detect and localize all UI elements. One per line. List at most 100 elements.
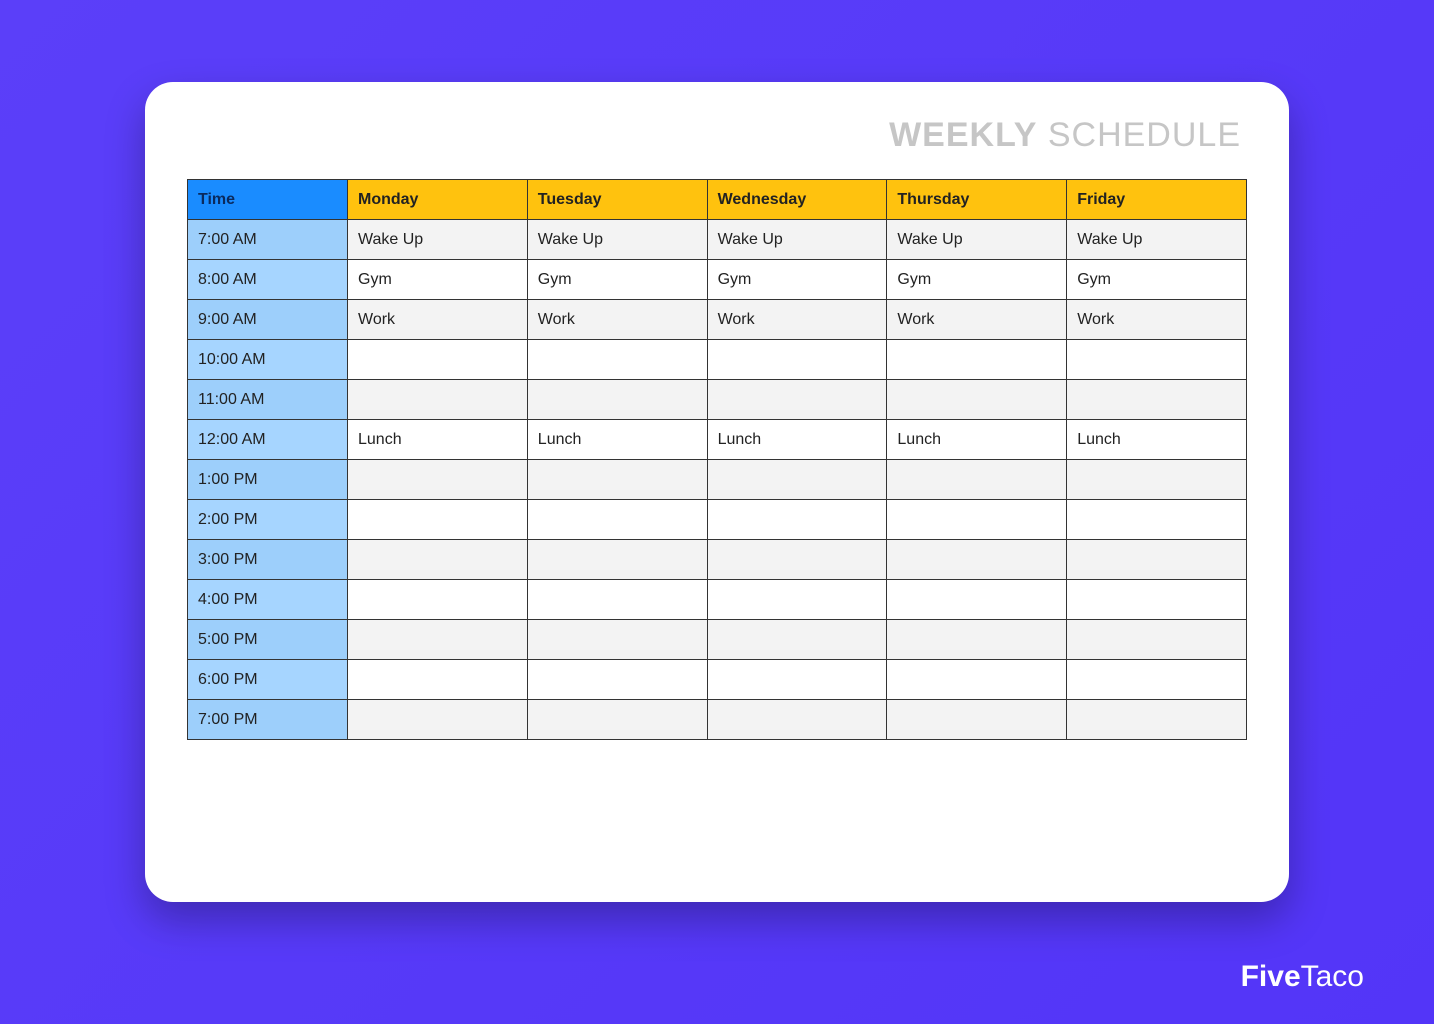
data-cell [887, 580, 1067, 620]
data-cell [527, 700, 707, 740]
data-cell [1067, 660, 1247, 700]
data-cell: Gym [348, 260, 528, 300]
table-row: 12:00 AMLunchLunchLunchLunchLunch [188, 420, 1247, 460]
time-cell: 11:00 AM [188, 380, 348, 420]
data-cell [707, 340, 887, 380]
data-cell: Gym [527, 260, 707, 300]
data-cell [527, 580, 707, 620]
data-cell: Work [348, 300, 528, 340]
table-row: 5:00 PM [188, 620, 1247, 660]
data-cell [527, 540, 707, 580]
data-cell: Wake Up [348, 220, 528, 260]
time-header: Time [188, 180, 348, 220]
data-cell [348, 460, 528, 500]
data-cell [527, 620, 707, 660]
time-cell: 5:00 PM [188, 620, 348, 660]
page-title: WEEKLY SCHEDULE [187, 116, 1247, 155]
data-cell [707, 500, 887, 540]
table-header-row: Time Monday Tuesday Wednesday Thursday F… [188, 180, 1247, 220]
day-header-friday: Friday [1067, 180, 1247, 220]
time-cell: 12:00 AM [188, 420, 348, 460]
data-cell [887, 340, 1067, 380]
day-header-monday: Monday [348, 180, 528, 220]
data-cell [348, 540, 528, 580]
data-cell [348, 500, 528, 540]
data-cell: Wake Up [707, 220, 887, 260]
time-cell: 9:00 AM [188, 300, 348, 340]
time-cell: 3:00 PM [188, 540, 348, 580]
data-cell [887, 700, 1067, 740]
data-cell [527, 660, 707, 700]
data-cell [348, 700, 528, 740]
day-header-tuesday: Tuesday [527, 180, 707, 220]
data-cell [1067, 500, 1247, 540]
data-cell [707, 580, 887, 620]
time-cell: 7:00 PM [188, 700, 348, 740]
data-cell [1067, 340, 1247, 380]
day-header-wednesday: Wednesday [707, 180, 887, 220]
time-cell: 2:00 PM [188, 500, 348, 540]
data-cell: Wake Up [527, 220, 707, 260]
table-row: 4:00 PM [188, 580, 1247, 620]
data-cell [887, 500, 1067, 540]
time-cell: 10:00 AM [188, 340, 348, 380]
time-cell: 6:00 PM [188, 660, 348, 700]
schedule-card: WEEKLY SCHEDULE Time Monday Tuesday Wedn… [145, 82, 1289, 902]
time-cell: 4:00 PM [188, 580, 348, 620]
data-cell [707, 380, 887, 420]
time-cell: 8:00 AM [188, 260, 348, 300]
data-cell [887, 660, 1067, 700]
data-cell: Lunch [887, 420, 1067, 460]
data-cell [707, 700, 887, 740]
table-row: 7:00 AMWake UpWake UpWake UpWake UpWake … [188, 220, 1247, 260]
data-cell [348, 580, 528, 620]
data-cell [707, 620, 887, 660]
data-cell [527, 340, 707, 380]
table-row: 3:00 PM [188, 540, 1247, 580]
data-cell: Wake Up [887, 220, 1067, 260]
data-cell [527, 500, 707, 540]
data-cell [887, 460, 1067, 500]
data-cell [707, 660, 887, 700]
data-cell [1067, 460, 1247, 500]
data-cell: Lunch [527, 420, 707, 460]
brand-taco: Taco [1301, 960, 1364, 993]
table-row: 6:00 PM [188, 660, 1247, 700]
table-row: 9:00 AMWorkWorkWorkWorkWork [188, 300, 1247, 340]
data-cell [887, 540, 1067, 580]
data-cell [707, 460, 887, 500]
time-cell: 7:00 AM [188, 220, 348, 260]
data-cell: Gym [887, 260, 1067, 300]
data-cell: Lunch [348, 420, 528, 460]
data-cell [527, 380, 707, 420]
schedule-table: Time Monday Tuesday Wednesday Thursday F… [187, 179, 1247, 740]
table-row: 1:00 PM [188, 460, 1247, 500]
data-cell [348, 620, 528, 660]
data-cell [1067, 700, 1247, 740]
data-cell [1067, 380, 1247, 420]
data-cell [707, 540, 887, 580]
data-cell [1067, 580, 1247, 620]
data-cell [1067, 540, 1247, 580]
title-bold: WEEKLY [889, 116, 1037, 154]
table-row: 11:00 AM [188, 380, 1247, 420]
data-cell: Lunch [1067, 420, 1247, 460]
data-cell [1067, 620, 1247, 660]
data-cell [527, 460, 707, 500]
table-row: 8:00 AMGymGymGymGymGym [188, 260, 1247, 300]
data-cell: Wake Up [1067, 220, 1247, 260]
data-cell [348, 660, 528, 700]
data-cell [348, 340, 528, 380]
data-cell: Work [707, 300, 887, 340]
data-cell: Gym [707, 260, 887, 300]
day-header-thursday: Thursday [887, 180, 1067, 220]
brand-five: Five [1241, 960, 1301, 993]
data-cell [348, 380, 528, 420]
title-light: SCHEDULE [1037, 116, 1241, 154]
data-cell: Work [527, 300, 707, 340]
table-row: 10:00 AM [188, 340, 1247, 380]
data-cell: Work [887, 300, 1067, 340]
time-cell: 1:00 PM [188, 460, 348, 500]
data-cell [887, 620, 1067, 660]
data-cell: Work [1067, 300, 1247, 340]
